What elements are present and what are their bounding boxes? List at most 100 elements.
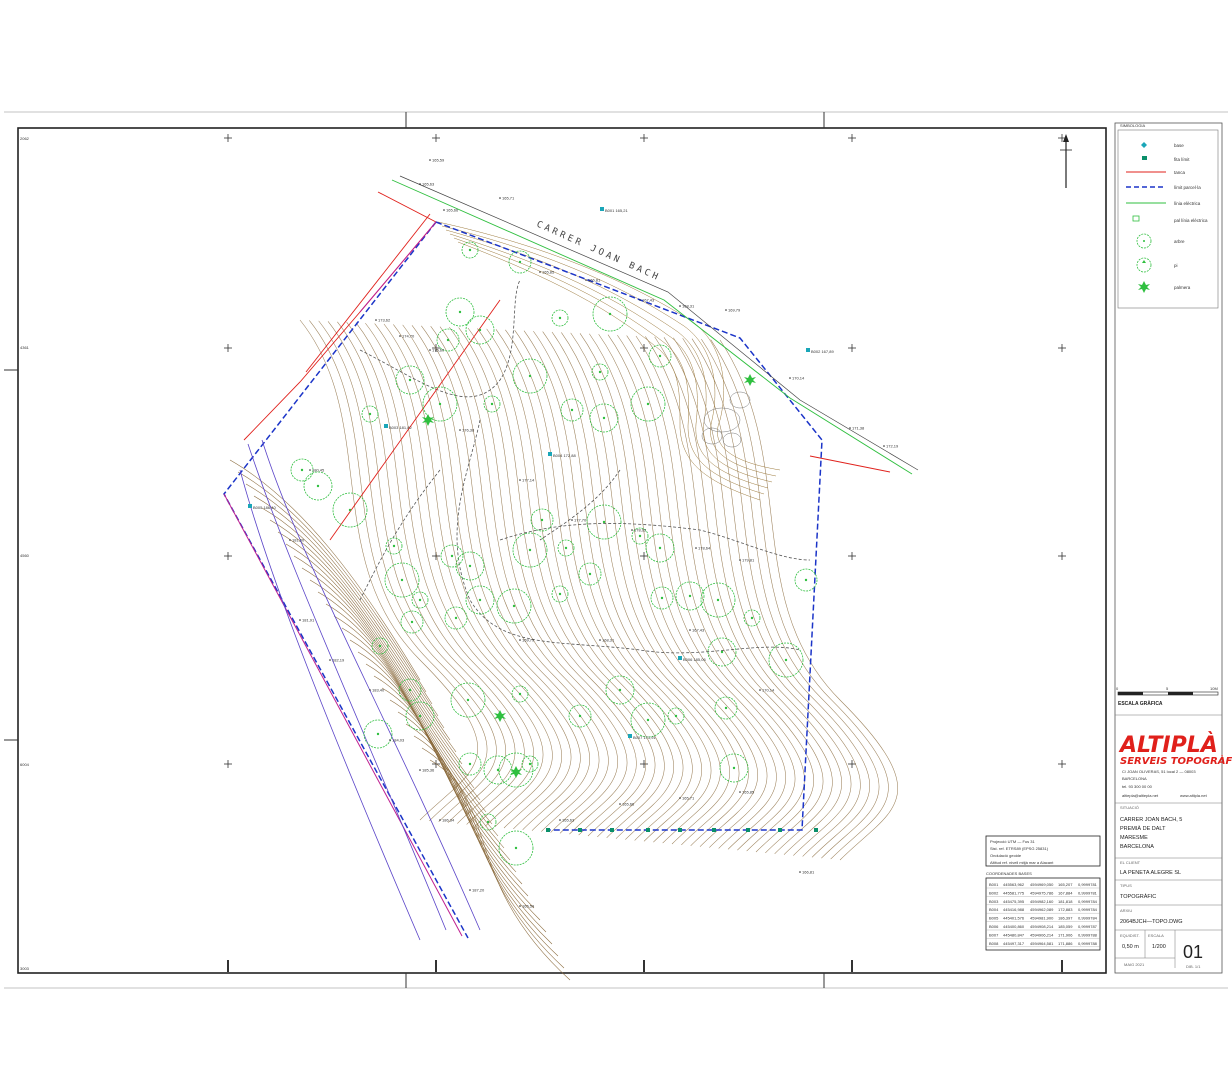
boundary-marker <box>646 828 650 832</box>
svg-text:169,79: 169,79 <box>728 308 741 313</box>
elevation-spot: 169,79 <box>725 308 741 313</box>
elevation-spot: 170,14 <box>789 376 805 381</box>
elevation-spot: 165,66 <box>443 208 459 213</box>
coordinates-cell: 185,059 <box>1058 924 1073 929</box>
svg-text:B003 181,82: B003 181,82 <box>389 425 412 430</box>
elevation-spot: 180,45 <box>309 468 325 473</box>
coordinates-cell: 4594908,214 <box>1030 924 1054 929</box>
base-point: B003 181,82 <box>384 424 412 430</box>
base-point: B001 165,21 <box>600 207 628 213</box>
scale-bar-title: ESCALA GRÀFICA <box>1118 700 1163 707</box>
svg-text:165,85: 165,85 <box>542 270 555 275</box>
client-value: LA PENETA ALEGRE SL <box>1120 870 1181 876</box>
elevation-spot: 167,43 <box>689 628 705 633</box>
company-logo: ALTIPLÀ <box>1118 732 1218 758</box>
coordinates-cell: 0,9999781 <box>1078 890 1098 895</box>
base-point: B004 172,88 <box>548 452 576 458</box>
situacio-line: CARRER JOAN BACH, 5 <box>1120 817 1182 823</box>
situacio-line: BARCELONA <box>1120 844 1154 850</box>
situacio-line: MARESME <box>1120 835 1148 841</box>
svg-text:167,43: 167,43 <box>642 298 655 303</box>
coordinates-cell: 445416,988 <box>1003 907 1025 912</box>
svg-text:166,81: 166,81 <box>588 278 601 283</box>
svg-text:165,71: 165,71 <box>682 796 695 801</box>
equidistancia-value: 0,50 m <box>1122 944 1139 950</box>
coordinates-cell: B004 <box>989 907 999 912</box>
tipus-value: TOPOGRÀFIC <box>1120 893 1156 900</box>
coordinates-cell: 4594964,581 <box>1030 941 1054 946</box>
projection-box: Projecció UTM — Fus 31 Sist. ref. ETRS89… <box>985 835 1101 867</box>
coordinates-cell: 445581,775 <box>1003 890 1025 895</box>
elevation-spot: 165,66 <box>619 802 635 807</box>
elevation-spot: 165,85 <box>739 790 755 795</box>
svg-text:línia elèctrica: línia elèctrica <box>1174 201 1201 206</box>
svg-text:B007 171,91: B007 171,91 <box>633 735 656 740</box>
date-value: MAIG 2021 <box>1124 962 1145 967</box>
projection-line: Projecció UTM — Fus 31 <box>990 839 1035 844</box>
elevation-spot: 175,60 <box>429 348 445 353</box>
boundary-marker <box>678 828 682 832</box>
elevation-spot: 182,19 <box>329 658 345 663</box>
svg-text:180,45: 180,45 <box>312 468 325 473</box>
frame-label-3: 4560 <box>20 553 30 558</box>
coordinates-cell: 0,9999784 <box>1078 899 1098 904</box>
svg-text:pi: pi <box>1174 263 1178 268</box>
coordinates-cell: 172,883 <box>1058 907 1073 912</box>
elevation-spot: 166,81 <box>585 278 601 283</box>
svg-text:base: base <box>1174 143 1184 148</box>
svg-text:165,66: 165,66 <box>446 208 459 213</box>
svg-text:165,71: 165,71 <box>502 196 515 201</box>
svg-text:176,38: 176,38 <box>462 428 475 433</box>
company-address: C/ JOAN OLIVERAS, 51 local 2 — 08003 <box>1122 769 1196 774</box>
legend-title: SIMBOLOGIA <box>1120 123 1145 128</box>
svg-text:183,40: 183,40 <box>372 688 385 693</box>
client-label: EL CLIENT <box>1120 860 1141 865</box>
svg-text:172,19: 172,19 <box>886 444 899 449</box>
company-web: www.altipla.net <box>1180 793 1208 798</box>
svg-text:181,91: 181,91 <box>302 618 315 623</box>
coordinates-cell: 171,886 <box>1058 941 1073 946</box>
svg-text:178,64: 178,64 <box>698 546 711 551</box>
svg-text:10M: 10M <box>1210 686 1218 691</box>
svg-text:167,43: 167,43 <box>692 628 705 633</box>
elevation-spot: 168,31 <box>599 638 615 643</box>
coordinates-cell: 186,397 <box>1058 916 1073 921</box>
coordinates-cell: 4594969,050 <box>1030 882 1054 887</box>
boundary-marker <box>546 828 550 832</box>
svg-text:186,34: 186,34 <box>442 818 455 823</box>
svg-text:B001 165,21: B001 165,21 <box>605 208 628 213</box>
svg-text:tanca: tanca <box>1174 170 1186 175</box>
elevation-spot: 173,62 <box>375 318 391 323</box>
svg-text:169,79: 169,79 <box>522 638 535 643</box>
svg-text:166,81: 166,81 <box>802 870 815 875</box>
tipus-label: TIPUS <box>1120 883 1132 888</box>
elevation-spot: 184,03 <box>389 738 405 743</box>
boundary-marker <box>578 828 582 832</box>
coordinates-cell: 0,9999787 <box>1078 924 1098 929</box>
boundary-marker <box>778 828 782 832</box>
svg-text:165,85: 165,85 <box>742 790 755 795</box>
drawing-ref: DIB. 1/1 <box>1186 964 1201 969</box>
boundary-marker <box>712 828 716 832</box>
elevation-spot: 185,36 <box>419 768 435 773</box>
coordinates-cell: 445475,395 <box>1003 899 1025 904</box>
elevation-spot: 167,43 <box>639 298 655 303</box>
coordinates-cell: 4594975,786 <box>1030 890 1054 895</box>
company-city: BARCELONA <box>1122 776 1147 781</box>
svg-text:168,31: 168,31 <box>602 638 615 643</box>
coordinates-cell: 4594981,900 <box>1030 916 1054 921</box>
elevation-spot: 178,64 <box>695 546 711 551</box>
coordinates-cell: B005 <box>989 916 999 921</box>
company-phone: tel. 93 300 00 00 <box>1122 784 1153 789</box>
coordinates-cell: 165,207 <box>1058 882 1073 887</box>
frame-label-4: 6004 <box>20 762 30 767</box>
elevation-spot: 174,70 <box>399 334 415 339</box>
base-point: B002 167,89 <box>806 348 834 354</box>
elevation-spot: 165,63 <box>419 182 435 187</box>
elevation-spot: 170,14 <box>759 688 775 693</box>
elevation-spot: 165,71 <box>499 196 515 201</box>
coordinates-cell: B001 <box>989 882 999 887</box>
elevation-spot: 187,20 <box>469 888 485 893</box>
coordinates-cell: B007 <box>989 932 999 937</box>
svg-text:187,20: 187,20 <box>472 888 485 893</box>
